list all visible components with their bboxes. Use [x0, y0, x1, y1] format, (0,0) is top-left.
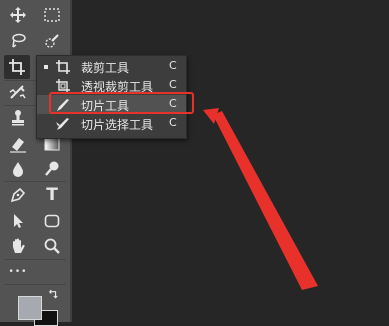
move-tool-icon[interactable] [7, 4, 29, 26]
eraser-tool-icon[interactable] [7, 133, 29, 155]
hand-tool-icon[interactable] [7, 235, 29, 257]
swap-colors-icon[interactable] [46, 289, 60, 303]
more-tools-icon[interactable]: ••• [7, 261, 29, 283]
toolbar-divider [4, 181, 66, 182]
eyedropper-tool-icon[interactable] [7, 82, 29, 104]
crop-tool-icon[interactable] [4, 55, 30, 79]
clone-stamp-tool-icon[interactable] [7, 107, 29, 129]
flyout-item-slice-select[interactable]: 切片选择工具 C [37, 114, 186, 133]
highlight-box [49, 92, 194, 114]
blur-tool-icon[interactable] [7, 158, 29, 180]
shape-tool-icon[interactable] [41, 210, 63, 232]
lasso-tool-icon[interactable] [7, 30, 29, 52]
flyout-item-label: 裁剪工具 [81, 61, 130, 75]
flyout-item-shortcut: C [169, 59, 177, 72]
foreground-color-swatch[interactable] [18, 296, 42, 320]
type-tool-icon[interactable]: T [41, 184, 63, 206]
toolbar-divider [4, 284, 66, 285]
flyout-item-label: 切片选择工具 [81, 118, 154, 132]
toolbar-divider [4, 259, 66, 260]
flyout-item-crop[interactable]: 裁剪工具 C [37, 57, 186, 76]
quick-select-tool-icon[interactable] [41, 30, 63, 52]
flyout-item-shortcut: C [169, 116, 177, 129]
path-select-tool-icon[interactable] [7, 210, 29, 232]
zoom-tool-icon[interactable] [41, 235, 63, 257]
marquee-tool-icon[interactable] [41, 4, 63, 26]
dodge-tool-icon[interactable] [41, 158, 63, 180]
document-canvas[interactable] [72, 0, 389, 322]
pen-tool-icon[interactable] [7, 184, 29, 206]
crop-icon [55, 59, 71, 75]
flyout-item-shortcut: C [169, 78, 177, 91]
selected-bullet-icon [44, 65, 48, 69]
tools-panel: T ••• [0, 0, 70, 326]
slice-select-icon [55, 116, 71, 132]
